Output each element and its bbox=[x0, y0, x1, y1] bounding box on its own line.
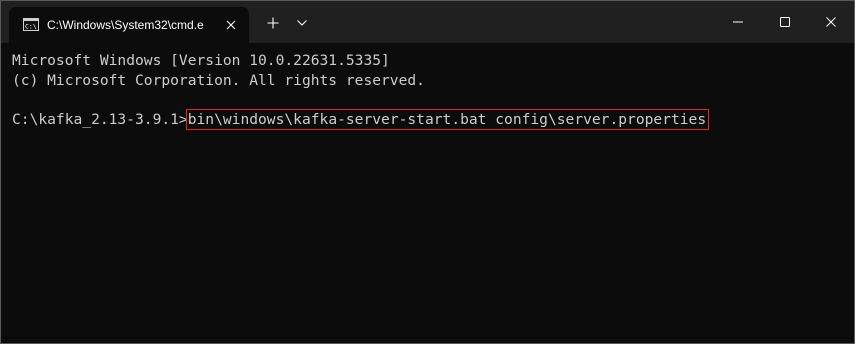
minimize-icon bbox=[733, 21, 743, 23]
prompt: C:\kafka_2.13-3.9.1> bbox=[12, 110, 188, 128]
maximize-icon bbox=[780, 17, 790, 27]
copyright-line: (c) Microsoft Corporation. All rights re… bbox=[12, 71, 425, 89]
version-line: Microsoft Windows [Version 10.0.22631.53… bbox=[12, 52, 390, 69]
title-bar[interactable]: C:\ C:\Windows\System32\cmd.e bbox=[1, 1, 854, 43]
plus-icon bbox=[267, 17, 279, 29]
command-line: C:\kafka_2.13-3.9.1>bin\windows\kafka-se… bbox=[12, 108, 710, 130]
console-output[interactable]: Microsoft Windows [Version 10.0.22631.53… bbox=[1, 43, 854, 343]
chevron-down-icon bbox=[297, 20, 307, 26]
tab-close-icon[interactable] bbox=[221, 15, 241, 35]
maximize-button[interactable] bbox=[762, 1, 808, 43]
svg-text:C:\: C:\ bbox=[25, 23, 37, 31]
highlighted-command: bin\windows\kafka-server-start.bat confi… bbox=[185, 108, 710, 130]
close-window-button[interactable] bbox=[808, 1, 854, 43]
cmd-icon: C:\ bbox=[23, 18, 39, 31]
minimize-button[interactable] bbox=[715, 1, 761, 43]
tab-cmd[interactable]: C:\ C:\Windows\System32\cmd.e bbox=[9, 7, 249, 43]
tab-title: C:\Windows\System32\cmd.e bbox=[47, 18, 204, 32]
terminal-window: C:\ C:\Windows\System32\cmd.e Microsoft … bbox=[0, 0, 855, 344]
tab-dropdown-button[interactable] bbox=[291, 11, 313, 35]
new-tab-button[interactable] bbox=[261, 11, 285, 35]
close-icon bbox=[826, 17, 836, 27]
